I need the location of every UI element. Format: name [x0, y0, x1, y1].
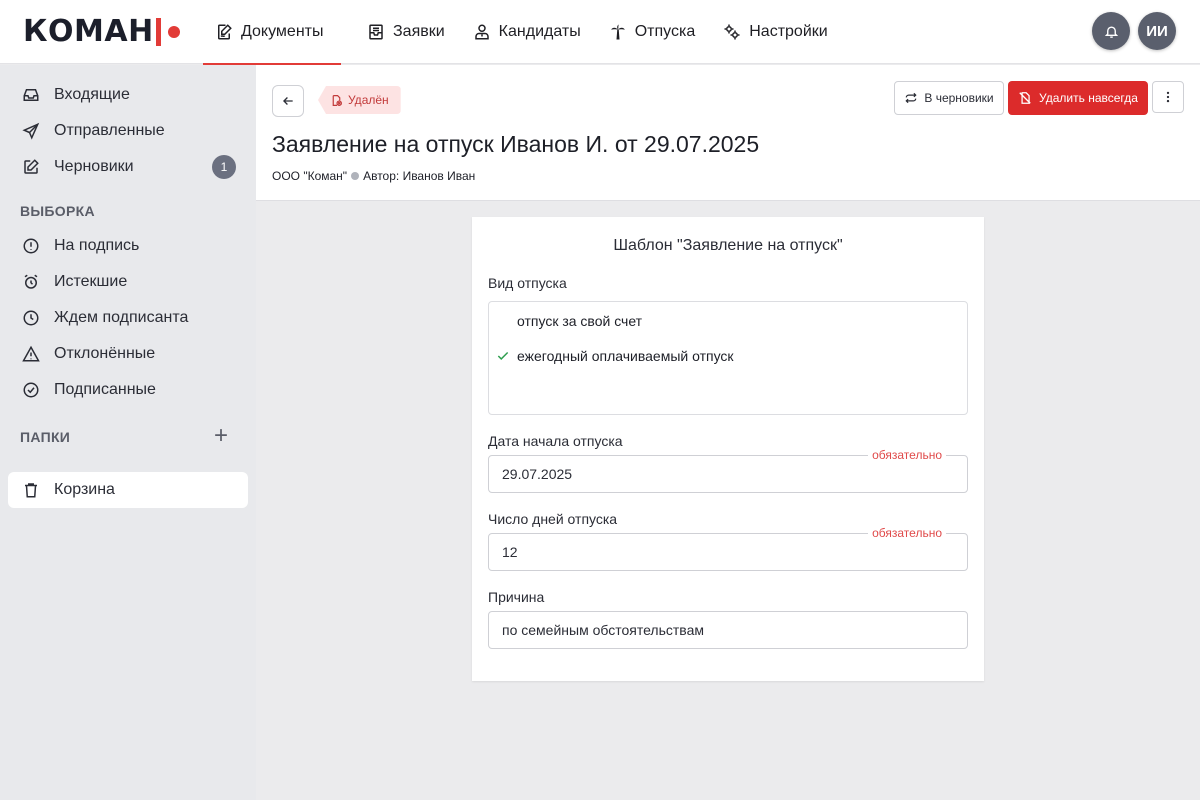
sidebar-item-sent[interactable]: Отправленные [8, 113, 248, 149]
nav-documents-label: Документы [241, 22, 324, 40]
more-actions-button[interactable] [1152, 81, 1184, 113]
nav-settings-label: Настройки [749, 22, 828, 40]
folders-section-title: ПАПКИ [20, 429, 71, 445]
logo-bar-mark [155, 17, 161, 46]
nav-vacations[interactable]: Отпуска [597, 0, 708, 64]
logo-text: КОМАН [23, 14, 154, 49]
sidebar-item-label: На подпись [54, 237, 140, 254]
palm-tree-icon [610, 24, 625, 39]
days-count-label: Число дней отпуска [488, 511, 618, 527]
inbox-icon [23, 89, 39, 101]
reason-value: по семейным обстоятельствам [502, 622, 704, 638]
logo-dot-mark [167, 25, 180, 38]
check-icon [497, 351, 509, 360]
drafts-count-badge: 1 [212, 155, 236, 179]
start-date-label: Дата начала отпуска [488, 433, 623, 449]
required-marker: обязательно [868, 526, 946, 540]
logo[interactable]: КОМАН [0, 0, 203, 64]
document-sign-icon [218, 23, 232, 39]
edit-icon [24, 159, 39, 174]
sidebar-item-waiting[interactable]: Ждем подписанта [8, 300, 248, 336]
reason-field[interactable]: по семейным обстоятельствам [488, 611, 968, 649]
move-to-drafts-label: В черновики [924, 91, 994, 105]
status-badge: Удалён [318, 86, 401, 114]
sidebar-item-label: Подписанные [54, 381, 156, 398]
start-date-value: 29.07.2025 [502, 466, 573, 482]
main-nav: Документы Заявки Кандидаты Отпуска Настр… [203, 0, 840, 65]
clock-icon [23, 310, 39, 326]
vacation-type-select[interactable]: отпуск за свой счет ежегодный оплачиваем… [488, 301, 968, 415]
user-avatar[interactable]: ИИ [1138, 12, 1176, 50]
filters-section-title: ВЫБОРКА [20, 203, 95, 219]
back-button[interactable] [272, 85, 304, 117]
trash-icon [25, 483, 37, 498]
sidebar-item-rejected[interactable]: Отклонённые [8, 336, 248, 372]
check-circle-icon [23, 382, 39, 398]
sidebar-item-label: Корзина [54, 481, 115, 498]
inbox-tray-icon [369, 24, 383, 39]
warning-triangle-icon [22, 345, 40, 362]
nav-requests[interactable]: Заявки [355, 0, 457, 64]
gears-icon [724, 24, 740, 39]
refresh-icon [905, 92, 917, 104]
alarm-clock-icon [24, 274, 38, 289]
sidebar: Входящие Отправленные Черновики 1 ВЫБОРК… [0, 65, 256, 800]
exclamation-circle-icon [23, 238, 39, 254]
nav-requests-label: Заявки [393, 22, 445, 40]
bell-icon [1104, 25, 1118, 38]
form-template-title: Шаблон "Заявление на отпуск" [613, 237, 843, 254]
nav-settings[interactable]: Настройки [711, 0, 839, 64]
sidebar-item-label: Ждем подписанта [54, 309, 189, 326]
sidebar-item-label: Черновики [54, 158, 134, 175]
form-card: Шаблон "Заявление на отпуск" Вид отпуска… [472, 217, 984, 681]
arrow-left-icon [283, 97, 293, 105]
meta-separator-dot [351, 172, 360, 180]
required-marker: обязательно [868, 448, 946, 462]
sidebar-item-trash[interactable]: Корзина [8, 472, 248, 508]
nav-candidates[interactable]: Кандидаты [461, 0, 593, 64]
delete-file-icon [1019, 92, 1031, 104]
top-right-actions: ИИ [1092, 12, 1176, 50]
sidebar-item-signed[interactable]: Подписанные [8, 372, 248, 408]
avatar-initials: ИИ [1146, 22, 1168, 40]
sidebar-item-inbox[interactable]: Входящие [8, 77, 248, 113]
sidebar-item-drafts[interactable]: Черновики 1 [8, 149, 248, 185]
sidebar-item-expired[interactable]: Истекшие [8, 264, 248, 300]
top-bar: КОМАН Документы Заявки Кандидаты Отпуска… [0, 0, 1200, 65]
person-badge-icon [474, 24, 489, 39]
move-to-drafts-button[interactable]: В черновики [894, 81, 1004, 115]
delete-forever-button[interactable]: Удалить навсегда [1008, 81, 1148, 115]
more-vertical-icon [1166, 91, 1170, 103]
notifications-button[interactable] [1092, 12, 1130, 50]
days-count-value: 12 [502, 544, 518, 560]
delete-forever-label: Удалить навсегда [1039, 91, 1138, 105]
sidebar-item-to-sign[interactable]: На подпись [8, 228, 248, 264]
sidebar-item-label: Отправленные [54, 122, 165, 139]
add-folder-button[interactable]: + [214, 424, 228, 448]
document-header: Удалён Заявление на отпуск Иванов И. от … [256, 65, 1200, 201]
nav-vacations-label: Отпуска [634, 22, 696, 40]
deleted-file-icon [332, 94, 342, 106]
author-name: Автор: Иванов Иван [363, 169, 476, 183]
vacation-type-option[interactable]: отпуск за свой счет [517, 313, 642, 329]
organization-name: ООО "Коман" [272, 169, 348, 183]
sidebar-item-label: Истекшие [54, 273, 128, 290]
nav-candidates-label: Кандидаты [498, 22, 581, 40]
document-meta: ООО "Коман" Автор: Иванов Иван [272, 169, 475, 183]
page-title: Заявление на отпуск Иванов И. от 29.07.2… [272, 131, 760, 157]
status-text: Удалён [348, 93, 389, 107]
sidebar-item-label: Входящие [54, 86, 130, 103]
nav-documents[interactable]: Документы [203, 0, 341, 65]
vacation-type-label: Вид отпуска [488, 275, 567, 291]
send-icon [22, 122, 40, 140]
reason-label: Причина [488, 589, 545, 605]
sidebar-item-label: Отклонённые [54, 345, 156, 362]
vacation-type-option-selected[interactable]: ежегодный оплачиваемый отпуск [517, 348, 734, 364]
